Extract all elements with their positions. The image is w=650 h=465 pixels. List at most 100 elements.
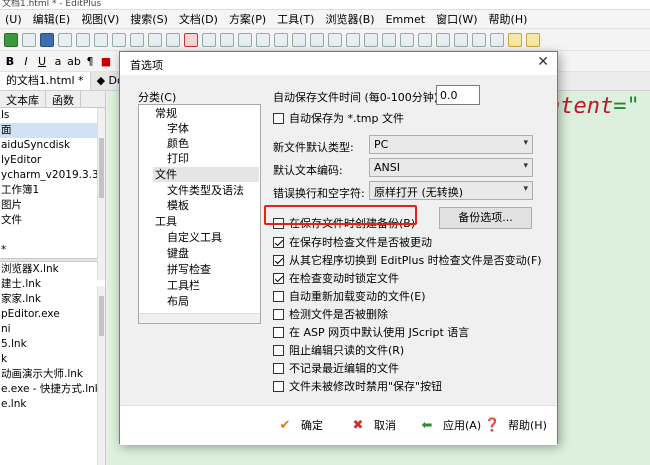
replace-icon[interactable] <box>256 33 270 47</box>
autosave-input[interactable] <box>436 85 480 105</box>
file-scrollbar[interactable] <box>97 286 105 465</box>
goto-icon[interactable] <box>292 33 306 47</box>
tree-item-general[interactable]: 常规 <box>153 106 179 121</box>
apply-button[interactable]: ⬅ 应用(A) <box>419 417 482 433</box>
list-item[interactable]: ni <box>0 322 105 337</box>
open-file-icon[interactable] <box>22 33 36 47</box>
list-item[interactable]: 工作簿1 <box>0 183 105 198</box>
disable-save-button-checkbox[interactable]: 文件未被修改时禁用"保存"按钮 <box>273 378 442 394</box>
autosave-tmp-checkbox[interactable]: 自动保存为 *.tmp 文件 <box>273 110 404 126</box>
tab-document1[interactable]: 的文档1.html * <box>0 72 91 90</box>
auto-reload-checkbox[interactable]: 自动重新加载变动的文件(E) <box>273 288 426 304</box>
tree-item-keyboard[interactable]: 键盘 <box>165 246 191 261</box>
list-item[interactable]: lyEditor <box>0 153 105 168</box>
ruler-icon[interactable] <box>346 33 360 47</box>
ok-button[interactable]: ✔ 确定 <box>277 417 323 433</box>
menu-item-help[interactable]: 帮助(H) <box>484 11 534 27</box>
tree-item-templates[interactable]: 模板 <box>165 198 191 213</box>
browser-view-icon[interactable] <box>490 33 504 47</box>
tree-scrollbar[interactable] <box>139 313 260 323</box>
menu-item-edit[interactable]: 编辑(E) <box>28 11 77 27</box>
checkbox-box[interactable] <box>273 236 284 248</box>
copy-icon[interactable] <box>148 33 162 47</box>
detect-deleted-checkbox[interactable]: 检测文件是否被删除 <box>273 306 388 322</box>
font-button[interactable]: a <box>50 55 66 68</box>
backup-options-button[interactable]: 备份选项... <box>439 207 532 229</box>
find-in-files-icon[interactable] <box>274 33 288 47</box>
menu-item-tools[interactable]: 工具(T) <box>272 11 320 27</box>
print-icon[interactable] <box>76 33 90 47</box>
list-item[interactable]: ycharm_v2019.3.3 <box>0 168 105 183</box>
tree-item-print[interactable]: 打印 <box>165 151 191 166</box>
checkbox-box[interactable] <box>273 326 284 338</box>
paste-icon[interactable] <box>166 33 180 47</box>
tree-item-colors[interactable]: 颜色 <box>165 136 191 151</box>
tree-item-tools[interactable]: 工具 <box>153 214 179 229</box>
line-number-icon[interactable] <box>364 33 378 47</box>
tree-item-spell-check[interactable]: 拼写检查 <box>165 262 213 277</box>
ftp-icon[interactable] <box>508 33 522 47</box>
menu-item-browser[interactable]: 浏览器(B) <box>320 11 380 27</box>
tree-item-toolbar[interactable]: 工具栏 <box>165 278 202 293</box>
menu-item-view[interactable]: 视图(V) <box>76 11 125 27</box>
fullscreen-icon[interactable] <box>472 33 486 47</box>
undo-icon[interactable] <box>202 33 216 47</box>
checkbox-box[interactable] <box>273 290 284 302</box>
menu-item-search[interactable]: 搜索(S) <box>125 11 174 27</box>
close-icon[interactable]: ✕ <box>537 54 549 70</box>
checkbox-box[interactable] <box>273 272 284 284</box>
list-item[interactable]: k <box>0 352 105 367</box>
checkbox-box[interactable] <box>273 362 284 374</box>
check-modified-on-save-checkbox[interactable]: 在保存时检查文件是否被更动 <box>273 234 432 250</box>
checkbox-box[interactable] <box>273 112 284 124</box>
bold-button[interactable]: B <box>2 55 18 68</box>
list-item[interactable]: 图片 <box>0 198 105 213</box>
list-item[interactable]: 建士.lnk <box>0 277 105 292</box>
underline-button[interactable]: U <box>34 55 50 68</box>
column-select-icon[interactable] <box>382 33 396 47</box>
checkbox-box[interactable] <box>273 254 284 266</box>
list-item[interactable]: 5.lnk <box>0 337 105 352</box>
no-recent-files-checkbox[interactable]: 不记录最近编辑的文件 <box>273 360 399 376</box>
find-icon[interactable] <box>238 33 252 47</box>
window-cascade-icon[interactable] <box>436 33 450 47</box>
checkbox-box[interactable] <box>273 380 284 392</box>
menu-item-emmet[interactable]: Emmet <box>381 13 431 26</box>
list-item[interactable]: aiduSyncdisk <box>0 138 105 153</box>
wrap-select[interactable]: 原样打开 (无转换) ▾ <box>369 181 533 200</box>
encoding-select[interactable]: ANSI ▾ <box>369 158 533 177</box>
print-preview-icon[interactable] <box>94 33 108 47</box>
hex-view-icon[interactable] <box>310 33 324 47</box>
directory-icon[interactable] <box>526 33 540 47</box>
list-item[interactable]: 动画演示大师.lnk <box>0 367 105 382</box>
list-item[interactable]: e.exe - 快捷方式.lnk <box>0 382 105 397</box>
menu-item-file[interactable]: (U) <box>0 13 28 26</box>
help-button[interactable]: ❓ 帮助(H) <box>484 417 547 433</box>
new-file-type-select[interactable]: PC ▾ <box>369 135 533 154</box>
tab-cliptext[interactable]: 文本库 <box>0 91 46 107</box>
menu-item-project[interactable]: 方案(P) <box>224 11 272 27</box>
settings-icon[interactable] <box>400 33 414 47</box>
save-icon[interactable] <box>40 33 54 47</box>
cancel-button[interactable]: ✖ 取消 <box>350 417 396 433</box>
list-item[interactable]: pEditor.exe <box>0 307 105 322</box>
word-wrap-icon[interactable] <box>328 33 342 47</box>
tree-item-font[interactable]: 字体 <box>165 121 191 136</box>
spell-check-icon[interactable] <box>112 33 126 47</box>
list-item[interactable]: 家家.lnk <box>0 292 105 307</box>
scrollbar-thumb[interactable] <box>99 296 104 336</box>
nbsp-button[interactable]: ab <box>66 55 82 68</box>
lock-on-check-checkbox[interactable]: 在检查变动时锁定文件 <box>273 270 399 286</box>
checkbox-box[interactable] <box>273 344 284 356</box>
list-item[interactable] <box>0 228 105 243</box>
checkbox-box[interactable] <box>273 308 284 320</box>
check-on-switch-checkbox[interactable]: 从其它程序切换到 EditPlus 时检查文件是否变动(F) <box>273 252 542 268</box>
tab-functions[interactable]: 函数 <box>46 91 81 107</box>
paragraph-button[interactable]: ¶ <box>82 55 98 68</box>
save-all-icon[interactable] <box>58 33 72 47</box>
italic-button[interactable]: I <box>18 55 34 68</box>
tree-item-layout[interactable]: 布局 <box>165 294 191 309</box>
cut-icon[interactable] <box>130 33 144 47</box>
menu-item-document[interactable]: 文档(D) <box>174 11 224 27</box>
asp-jscript-checkbox[interactable]: 在 ASP 网页中默认使用 JScript 语言 <box>273 324 469 340</box>
